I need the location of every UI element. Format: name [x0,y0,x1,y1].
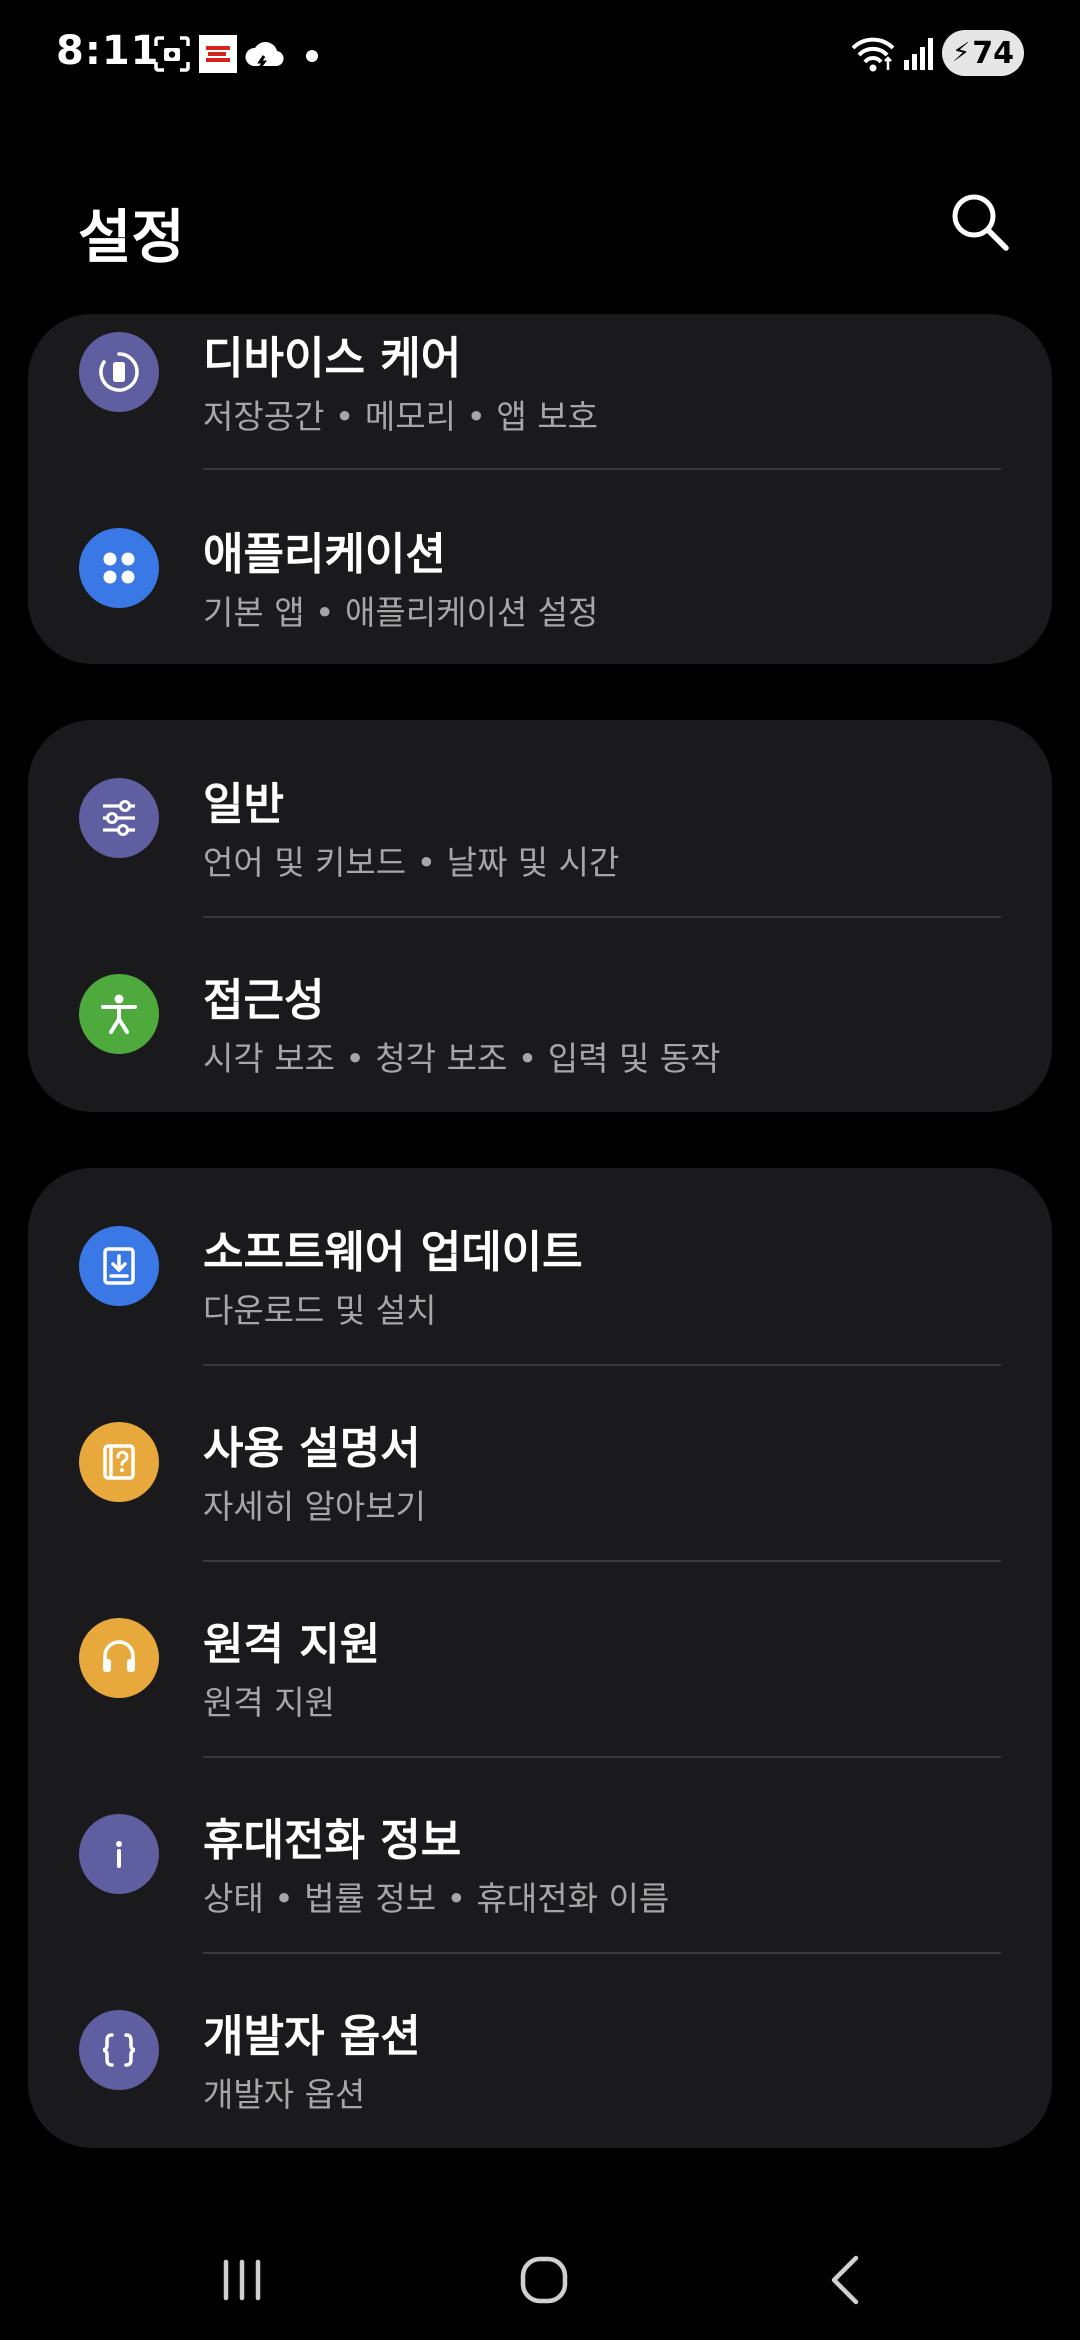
settings-item-title: 사용 설명서 [203,1423,421,1474]
back-icon [831,2255,859,2305]
settings-item-developer-options[interactable]: 개발자 옵션 개발자 옵션 [28,1952,1052,2148]
settings-item-accessibility[interactable]: 접근성 시각 보조 • 청각 보조 • 입력 및 동작 [28,916,1052,1112]
cloud-icon [245,42,284,71]
settings-item-subtitle: 시각 보조 • 청각 보조 • 입력 및 동작 [203,1039,721,1078]
settings-item-subtitle: 다운로드 및 설치 [203,1291,437,1330]
search-icon [952,194,1009,251]
settings-item-remote-support[interactable]: 원격 지원 원격 지원 [28,1560,1052,1756]
settings-card-3: 소프트웨어 업데이트 다운로드 및 설치 사용 설명서 자세히 알아보기 원격 … [28,1168,1052,2148]
settings-item-subtitle: 자세히 알아보기 [203,1487,427,1526]
settings-item-user-manual[interactable]: 사용 설명서 자세히 알아보기 [28,1364,1052,1560]
settings-item-subtitle: 개발자 옵션 [203,2075,366,2114]
settings-item-subtitle: 상태 • 법률 정보 • 휴대전화 이름 [203,1879,670,1918]
screenshot-icon [154,36,190,72]
settings-item-phone-info[interactable]: 휴대전화 정보 상태 • 법률 정보 • 휴대전화 이름 [28,1756,1052,1952]
settings-item-title: 접근성 [203,975,325,1026]
apps-icon [79,528,159,608]
battery-charging-icon: ⚡ [951,38,971,68]
settings-item-subtitle: 원격 지원 [203,1683,335,1722]
accessibility-icon [79,974,159,1054]
user-manual-icon [79,1422,159,1502]
settings-card-2: 일반 언어 및 키보드 • 날짜 및 시간 접근성 시각 보조 • 청각 보조 … [28,720,1052,1112]
settings-item-device-care[interactable]: 디바이스 케어 저장공간 • 메모리 • 앱 보호 [28,314,1052,470]
developer-options-icon [79,2010,159,2090]
navigation-bar [0,2220,1080,2340]
battery-indicator: ⚡ 74 [942,30,1024,76]
sliders-icon [79,778,159,858]
dot-icon [306,50,318,62]
status-bar: 8:11 ⚡ 74 [0,0,1080,110]
settings-item-software-update[interactable]: 소프트웨어 업데이트 다운로드 및 설치 [28,1168,1052,1364]
settings-screen: 8:11 ⚡ 74 설정 디바이스 케어 저장공간 • 메모리 • 앱 보호 애… [0,0,1080,2340]
recents-button[interactable] [192,2240,292,2320]
signal-icon [904,38,933,70]
settings-item-subtitle: 기본 앱 • 애플리케이션 설정 [203,593,599,632]
wifi-icon [851,37,895,72]
headset-icon [79,1618,159,1698]
back-button[interactable] [796,2240,896,2320]
home-button[interactable] [494,2240,594,2320]
settings-item-subtitle: 언어 및 키보드 • 날짜 및 시간 [203,843,620,882]
recents-icon [223,2259,261,2301]
battery-level: 74 [972,35,1014,71]
settings-item-general[interactable]: 일반 언어 및 키보드 • 날짜 및 시간 [28,720,1052,916]
info-icon [79,1814,159,1894]
page-title: 설정 [78,203,185,271]
settings-item-title: 소프트웨어 업데이트 [203,1227,583,1278]
settings-item-subtitle: 저장공간 • 메모리 • 앱 보호 [203,397,598,436]
settings-item-applications[interactable]: 애플리케이션 기본 앱 • 애플리케이션 설정 [28,470,1052,664]
settings-card-1: 디바이스 케어 저장공간 • 메모리 • 앱 보호 애플리케이션 기본 앱 • … [28,314,1052,664]
home-icon [520,2256,568,2304]
device-care-icon [79,332,159,412]
settings-item-title: 일반 [203,779,284,830]
app-notification-icon [199,35,237,73]
software-update-icon [79,1226,159,1306]
settings-item-title: 개발자 옵션 [203,2011,421,2062]
settings-item-title: 디바이스 케어 [203,333,462,384]
search-button[interactable] [946,188,1014,256]
settings-item-title: 원격 지원 [203,1619,381,1670]
settings-item-title: 휴대전화 정보 [203,1815,462,1866]
settings-item-title: 애플리케이션 [203,529,446,580]
status-time: 8:11 [56,28,160,74]
